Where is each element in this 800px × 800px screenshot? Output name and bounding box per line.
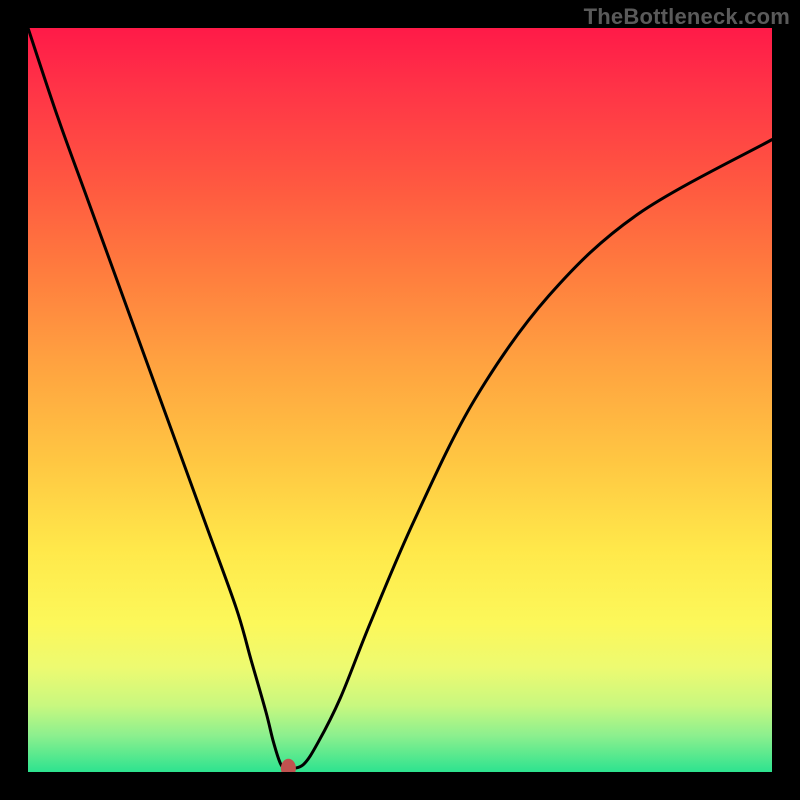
chart-frame: TheBottleneck.com [0,0,800,800]
watermark-label: TheBottleneck.com [584,4,790,30]
plot-area [28,28,772,772]
curve-svg [28,28,772,772]
min-marker [281,759,295,772]
bottleneck-curve [28,28,772,768]
